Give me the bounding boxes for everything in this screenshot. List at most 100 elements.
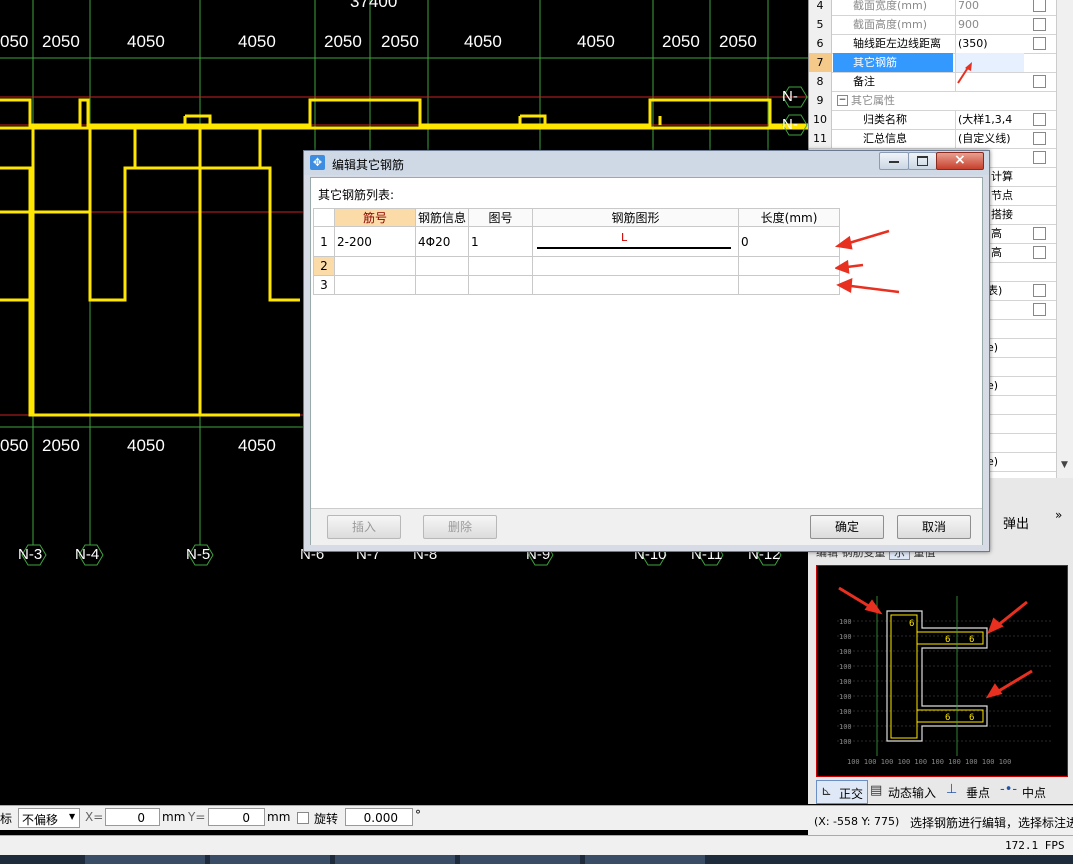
cancel-button[interactable]: 取消 — [897, 515, 971, 539]
property-value: 搭接 — [991, 208, 1013, 221]
property-checkbox[interactable] — [1033, 132, 1046, 145]
property-scrollbar[interactable]: ▼ — [1056, 0, 1073, 478]
cell-fig-no[interactable] — [468, 256, 534, 276]
axis-label: N- — [782, 116, 798, 133]
rotate-checkbox[interactable] — [297, 812, 309, 824]
column-header-bar-no[interactable]: 筋号 — [334, 208, 416, 227]
perpendicular-label: 垂点 — [966, 786, 991, 800]
ortho-icon: ⊾ — [821, 784, 832, 799]
taskbar-item[interactable] — [210, 855, 330, 864]
section-drawing: 6 6 6 6 6 100 100 100 100 100 100 100 100 100 100… — [837, 586, 1052, 766]
property-value[interactable]: 700 — [955, 0, 1024, 15]
svg-text:6: 6 — [909, 619, 914, 629]
minimize-button[interactable] — [879, 152, 909, 170]
dialog-titlebar[interactable]: ✥ 编辑其它钢筋 × — [304, 151, 989, 175]
cell-info[interactable] — [414, 275, 470, 295]
property-row[interactable]: 5 截面高度(mm) 900 — [809, 15, 1057, 35]
ortho-button[interactable]: ⊾ 正交 — [816, 780, 868, 804]
property-checkbox[interactable] — [1033, 303, 1046, 316]
rotate-value: 0.000 — [363, 811, 398, 825]
cell-length[interactable] — [738, 275, 841, 295]
table-row[interactable]: 3 — [313, 275, 841, 295]
property-checkbox[interactable] — [1033, 151, 1046, 164]
expand-icon[interactable]: » — [1055, 508, 1062, 522]
property-row[interactable]: 4 截面宽度(mm) 700 — [809, 0, 1057, 16]
column-header-length[interactable]: 长度(mm) — [738, 208, 841, 227]
edit-other-rebar-dialog: ✥ 编辑其它钢筋 × 其它钢筋列表: 筋号 钢筋信息 图号 钢筋图形 长度(mm… — [303, 150, 990, 552]
axis-label: N-3 — [18, 546, 43, 563]
y-input[interactable]: 0 — [208, 808, 265, 826]
x-input[interactable]: 0 — [105, 808, 160, 826]
dialog-footer: 插入 删除 确定 取消 — [311, 508, 982, 545]
offset-select[interactable]: 不偏移 ▼ — [18, 808, 80, 828]
row-number: 3 — [313, 275, 335, 295]
property-checkbox[interactable] — [1033, 75, 1046, 88]
close-icon: × — [954, 152, 966, 168]
insert-button[interactable]: 插入 — [327, 515, 401, 539]
property-checkbox[interactable] — [1033, 227, 1046, 240]
row-number: 4 — [809, 0, 832, 15]
dim-label: 050 — [0, 32, 29, 51]
property-checkbox[interactable] — [1033, 37, 1046, 50]
dynamic-input-button[interactable]: ▤ 动态输入 — [870, 780, 940, 802]
cell-fig-no[interactable] — [468, 275, 534, 295]
property-row[interactable]: 6 轴线距左边线距离 (350) — [809, 34, 1057, 54]
cell-shape[interactable]: L — [532, 226, 740, 257]
taskbar-item[interactable] — [585, 855, 705, 864]
property-row[interactable]: 8 备注 — [809, 72, 1057, 92]
column-header-info[interactable]: 钢筋信息 — [414, 208, 470, 227]
property-row[interactable]: 10 归类名称 (大样1,3,4 — [809, 110, 1057, 130]
table-row[interactable]: 2 — [313, 256, 841, 276]
property-row-selected[interactable]: 7 其它钢筋 — [809, 53, 1057, 73]
taskbar-item[interactable] — [460, 855, 580, 864]
property-value[interactable]: (大样1,3,4 — [955, 110, 1024, 129]
perpendicular-button[interactable]: ⊥ 垂点 — [946, 780, 996, 802]
minimize-icon — [889, 161, 899, 163]
property-checkbox[interactable] — [1033, 284, 1046, 297]
ok-button[interactable]: 确定 — [810, 515, 884, 539]
property-value[interactable]: (350) — [955, 34, 1024, 53]
svg-text:6: 6 — [945, 713, 950, 723]
dim-label: 4050 — [238, 32, 276, 51]
cell-bar-no[interactable]: 2-200 — [334, 226, 416, 257]
section-preview[interactable]: 6 6 6 6 6 100 100 100 100 100 100 100 100 100 100… — [816, 565, 1068, 777]
cell-length[interactable] — [738, 256, 841, 276]
collapse-icon[interactable]: − — [837, 95, 848, 106]
property-group-row[interactable]: 9 − 其它属性 — [809, 91, 1057, 111]
status-bar: (X: -558 Y: 775) 选择钢筋进行编辑，选择标注进 — [808, 805, 1073, 836]
property-value[interactable]: (自定义线) — [955, 129, 1024, 148]
list-label: 其它钢筋列表: — [318, 188, 395, 202]
column-header-shape[interactable]: 钢筋图形 — [532, 208, 740, 227]
column-header-fig-no[interactable]: 图号 — [468, 208, 534, 227]
scroll-down-icon[interactable]: ▼ — [1061, 460, 1068, 470]
close-button[interactable]: × — [936, 152, 984, 170]
delete-button[interactable]: 删除 — [423, 515, 497, 539]
table-row[interactable]: 1 2-200 4Φ20 1 L 0 — [313, 226, 841, 257]
cell-bar-no[interactable] — [334, 256, 416, 276]
property-value: 高 — [991, 227, 1002, 240]
maximize-button[interactable] — [908, 152, 937, 170]
app-icon: ✥ — [310, 155, 325, 170]
cell-fig-no[interactable]: 1 — [468, 226, 534, 257]
svg-text:6: 6 — [969, 713, 974, 723]
property-checkbox[interactable] — [1033, 18, 1046, 31]
cell-shape[interactable] — [532, 256, 740, 276]
property-value[interactable]: 900 — [955, 15, 1024, 34]
cell-info[interactable]: 4Φ20 — [414, 226, 470, 257]
rotate-input[interactable]: 0.000 — [345, 808, 413, 826]
property-checkbox[interactable] — [1033, 246, 1046, 259]
taskbar-item[interactable] — [335, 855, 455, 864]
popout-button[interactable]: 弹出 — [1003, 513, 1029, 532]
property-row[interactable]: 11 汇总信息 (自定义线) — [809, 129, 1057, 149]
property-value: 计算 — [991, 170, 1013, 183]
dim-label: 4050 — [577, 32, 615, 51]
cell-bar-no[interactable] — [334, 275, 416, 295]
property-checkbox[interactable] — [1033, 0, 1046, 12]
taskbar-item[interactable] — [85, 855, 205, 864]
midpoint-button[interactable]: -•- 中点 — [1000, 780, 1050, 802]
property-checkbox[interactable] — [1033, 113, 1046, 126]
cell-info[interactable] — [414, 256, 470, 276]
cell-length[interactable]: 0 — [738, 226, 841, 257]
cell-shape[interactable] — [532, 275, 740, 295]
offset-select-value: 不偏移 — [22, 813, 59, 827]
